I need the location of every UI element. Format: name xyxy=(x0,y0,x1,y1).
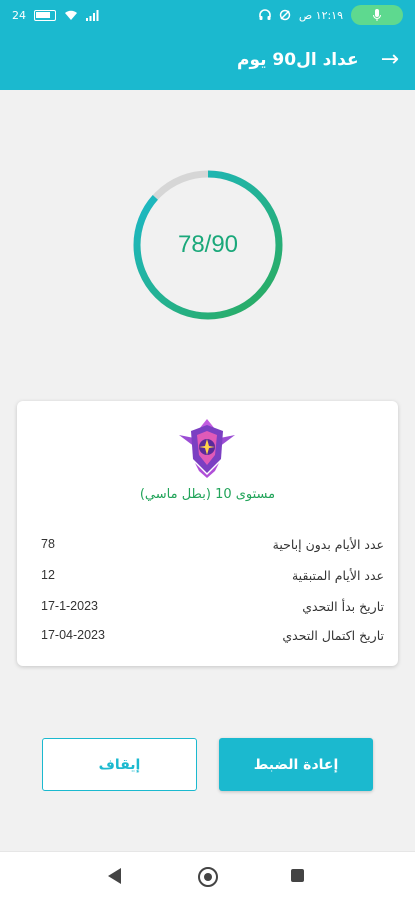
stat-value: 12 xyxy=(41,568,55,582)
stat-label: تاريخ بدأ التحدي xyxy=(302,598,384,614)
stat-label: عدد الأيام بدون إباحية xyxy=(272,536,384,552)
stop-button[interactable]: إيقاف xyxy=(42,738,197,791)
stat-value: 17-04-2023 xyxy=(41,628,105,642)
stat-row: 12 عدد الأيام المتبقية xyxy=(41,565,384,585)
headset-icon xyxy=(259,9,271,20)
no-disturb-icon xyxy=(279,9,291,21)
battery-icon xyxy=(34,9,56,21)
progress-text: 78/90 xyxy=(177,231,239,258)
status-right-group: ١٢:١٩ ص xyxy=(259,5,403,25)
mic-icon xyxy=(373,9,381,21)
back-arrow-icon[interactable]: → xyxy=(381,49,399,71)
app-bar: عداد ال90 يوم → xyxy=(0,30,415,90)
battery-percent: 24 xyxy=(12,8,26,22)
stat-value: 78 xyxy=(41,537,55,551)
progress-ring: 78/90 xyxy=(131,168,285,322)
stat-row: 17-1-2023 تاريخ بدأ التحدي xyxy=(41,596,384,616)
status-time: ١٢:١٩ ص xyxy=(298,8,343,22)
stat-value: 17-1-2023 xyxy=(41,599,98,613)
diamond-rank-badge-icon xyxy=(177,417,237,479)
status-left-group: 24 xyxy=(12,9,99,22)
stat-row: 17-04-2023 تاريخ اكتمال التحدي xyxy=(41,625,384,645)
wifi-icon xyxy=(65,10,77,20)
nav-home-icon[interactable] xyxy=(198,867,218,887)
level-label: مستوى 10 (بطل ماسي) xyxy=(139,487,276,502)
stat-row: 78 عدد الأيام بدون إباحية xyxy=(41,534,384,554)
status-bar: 24 ١٢:١٩ ص xyxy=(0,0,415,30)
nav-recents-icon[interactable] xyxy=(291,869,304,882)
signal-icon xyxy=(86,9,99,21)
stat-label: عدد الأيام المتبقية xyxy=(291,567,384,583)
level-card: مستوى 10 (بطل ماسي) 78 عدد الأيام بدون إ… xyxy=(17,401,398,666)
stat-label: تاريخ اكتمال التحدي xyxy=(282,627,384,643)
reset-button[interactable]: إعادة الضبط xyxy=(219,738,373,791)
page-title: عداد ال90 يوم xyxy=(236,50,359,70)
system-nav-bar xyxy=(0,851,415,900)
nav-back-icon[interactable] xyxy=(108,868,121,884)
mic-indicator xyxy=(351,5,403,25)
